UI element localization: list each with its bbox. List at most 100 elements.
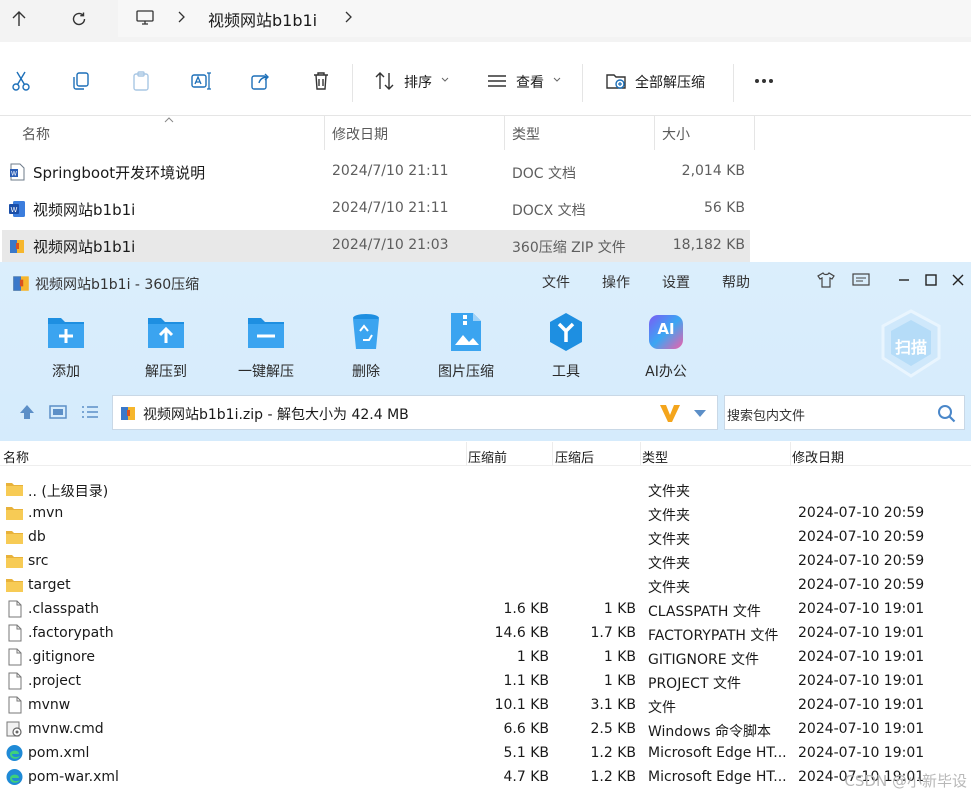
folder-row[interactable]: src 文件夹 2024-07-10 20:59 xyxy=(0,549,971,573)
this-pc-icon[interactable] xyxy=(130,5,160,31)
file-row[interactable]: .classpath 1.6 KB 1 KB CLASSPATH 文件 2024-07-… xyxy=(0,597,971,621)
entry-size-after: 1 KB xyxy=(603,649,636,665)
file-row-selected[interactable]: 视频网站b1b1i 2024/7/10 21:03 360压缩 ZIP 文件 1… xyxy=(2,230,750,262)
address-box[interactable]: 视频网站b1b1i xyxy=(118,0,971,37)
file-row[interactable]: mvnw.cmd 6.6 KB 2.5 KB Windows 命令脚本 2024-07-… xyxy=(0,717,971,741)
up-arrow-icon[interactable] xyxy=(4,6,34,32)
scan-button[interactable]: 扫描 xyxy=(878,308,944,380)
folder-icon xyxy=(5,480,24,498)
column-divider xyxy=(552,442,553,466)
menu-settings[interactable]: 设置 xyxy=(662,272,690,292)
minimize-icon[interactable] xyxy=(894,270,914,290)
column-divider xyxy=(654,116,655,150)
menu-file[interactable]: 文件 xyxy=(542,272,570,292)
delete-icon[interactable] xyxy=(308,68,334,94)
file-size: 2,014 KB xyxy=(681,163,745,179)
thumbnail-view-icon[interactable] xyxy=(48,404,68,420)
sort-icon[interactable] xyxy=(372,68,398,94)
v-logo-icon[interactable] xyxy=(659,403,681,423)
folder-row[interactable]: .mvn 文件夹 2024-07-10 20:59 xyxy=(0,501,971,525)
search-icon[interactable] xyxy=(937,404,957,424)
copy-icon[interactable] xyxy=(68,68,94,94)
cut-icon[interactable] xyxy=(8,68,34,94)
extract-to-button[interactable]: 解压到 xyxy=(121,310,211,380)
file-row[interactable]: .gitignore 1 KB 1 KB GITIGNORE 文件 2024-07-10… xyxy=(0,645,971,669)
col-type[interactable]: 类型 xyxy=(642,447,668,466)
entry-type: 文件夹 xyxy=(648,580,690,596)
entry-name: mvnw.cmd xyxy=(28,721,104,737)
tools-button[interactable]: 工具 xyxy=(521,310,611,380)
svg-text:W: W xyxy=(11,206,18,214)
up-level-icon[interactable] xyxy=(18,403,36,421)
entry-size-after: 1.7 KB xyxy=(590,625,637,641)
add-button[interactable]: 添加 xyxy=(21,310,111,380)
entry-name: .. (上级目录) xyxy=(28,484,109,500)
one-click-extract-button[interactable]: 一键解压 xyxy=(221,310,311,380)
file-row[interactable]: pom-war.xml 4.7 KB 1.2 KB Microsoft Edge HT… xyxy=(0,765,971,789)
entry-type: 文件夹 xyxy=(648,508,690,524)
column-divider xyxy=(504,116,505,150)
archive-path-bar[interactable]: 视频网站b1b1i.zip - 解包大小为 42.4 MB xyxy=(112,395,718,430)
dropdown-arrow-icon[interactable] xyxy=(693,409,707,418)
file-icon xyxy=(5,648,24,666)
file-row[interactable]: W 视频网站b1b1i 2024/7/10 21:11 DOCX 文档 56 K… xyxy=(2,193,750,225)
search-input[interactable]: 搜索包内文件 xyxy=(724,395,965,430)
list-view-icon[interactable] xyxy=(80,404,100,420)
column-type[interactable]: 类型 xyxy=(512,124,540,144)
entry-date: 2024-07-10 19:01 xyxy=(798,649,925,665)
refresh-icon[interactable] xyxy=(64,6,94,32)
paste-icon[interactable] xyxy=(128,68,154,94)
close-icon[interactable] xyxy=(948,270,968,290)
feedback-icon[interactable] xyxy=(851,270,871,290)
file-row[interactable]: W Springboot开发环境说明 2024/7/10 21:11 DOC 文… xyxy=(2,156,750,188)
column-name[interactable]: 名称 xyxy=(22,124,50,144)
col-before[interactable]: 压缩前 xyxy=(468,447,507,466)
entry-type: 文件夹 xyxy=(648,484,690,500)
watermark: CSDN @小新毕设 xyxy=(844,772,967,790)
folder-row[interactable]: target 文件夹 2024-07-10 20:59 xyxy=(0,573,971,597)
extract-all-button[interactable]: 全部解压缩 xyxy=(635,72,705,92)
column-divider xyxy=(640,442,641,466)
zip-window: 视频网站b1b1i - 360压缩 文件 操作 设置 帮助 添加 解压到 一键解… xyxy=(0,262,971,796)
file-row[interactable]: .factorypath 14.6 KB 1.7 KB FACTORYPATH 文件 2… xyxy=(0,621,971,645)
chevron-right-icon[interactable] xyxy=(342,9,354,25)
col-name[interactable]: 名称 xyxy=(3,447,29,466)
entry-size-after: 3.1 KB xyxy=(590,697,637,713)
file-row[interactable]: mvnw 10.1 KB 3.1 KB 文件 2024-07-10 19:01 xyxy=(0,693,971,717)
entry-date: 2024-07-10 19:01 xyxy=(798,721,925,737)
maximize-icon[interactable] xyxy=(921,270,941,290)
delete-button[interactable]: 删除 xyxy=(321,310,411,380)
word-docx-icon: W xyxy=(9,201,25,217)
menu-operation[interactable]: 操作 xyxy=(602,272,630,292)
share-icon[interactable] xyxy=(248,68,274,94)
entry-name: .mvn xyxy=(28,505,64,521)
sort-button[interactable]: 排序 xyxy=(404,72,432,92)
column-size[interactable]: 大小 xyxy=(662,124,690,144)
add-label: 添加 xyxy=(52,364,80,380)
skin-shirt-icon[interactable] xyxy=(816,270,836,290)
file-size: 18,182 KB xyxy=(672,237,745,253)
ai-office-button[interactable]: AI AI办公 xyxy=(621,310,711,380)
folder-row[interactable]: .. (上级目录) 文件夹 xyxy=(0,477,971,501)
entry-name: .factorypath xyxy=(28,625,114,641)
file-row[interactable]: .project 1.1 KB 1 KB PROJECT 文件 2024-07-10 1… xyxy=(0,669,971,693)
entry-date: 2024-07-10 20:59 xyxy=(798,553,925,569)
entry-name: target xyxy=(28,577,71,593)
col-date[interactable]: 修改日期 xyxy=(792,447,844,466)
file-type: DOCX 文档 xyxy=(512,203,586,219)
file-row[interactable]: pom.xml 5.1 KB 1.2 KB Microsoft Edge HT... 2… xyxy=(0,741,971,765)
more-options-icon[interactable] xyxy=(751,68,777,94)
menu-help[interactable]: 帮助 xyxy=(722,272,750,292)
breadcrumb-folder[interactable]: 视频网站b1b1i xyxy=(208,7,317,31)
folder-row[interactable]: db 文件夹 2024-07-10 20:59 xyxy=(0,525,971,549)
col-after[interactable]: 压缩后 xyxy=(555,447,594,466)
column-date[interactable]: 修改日期 xyxy=(332,124,388,144)
folder-icon xyxy=(5,576,24,594)
recycle-bin-icon xyxy=(344,310,388,354)
view-icon[interactable] xyxy=(484,68,510,94)
image-compress-button[interactable]: 图片压缩 xyxy=(421,310,511,380)
extract-all-icon[interactable] xyxy=(603,68,629,94)
view-button[interactable]: 查看 xyxy=(516,72,544,92)
rename-icon[interactable] xyxy=(188,68,214,94)
word-doc-icon: W xyxy=(10,163,25,181)
